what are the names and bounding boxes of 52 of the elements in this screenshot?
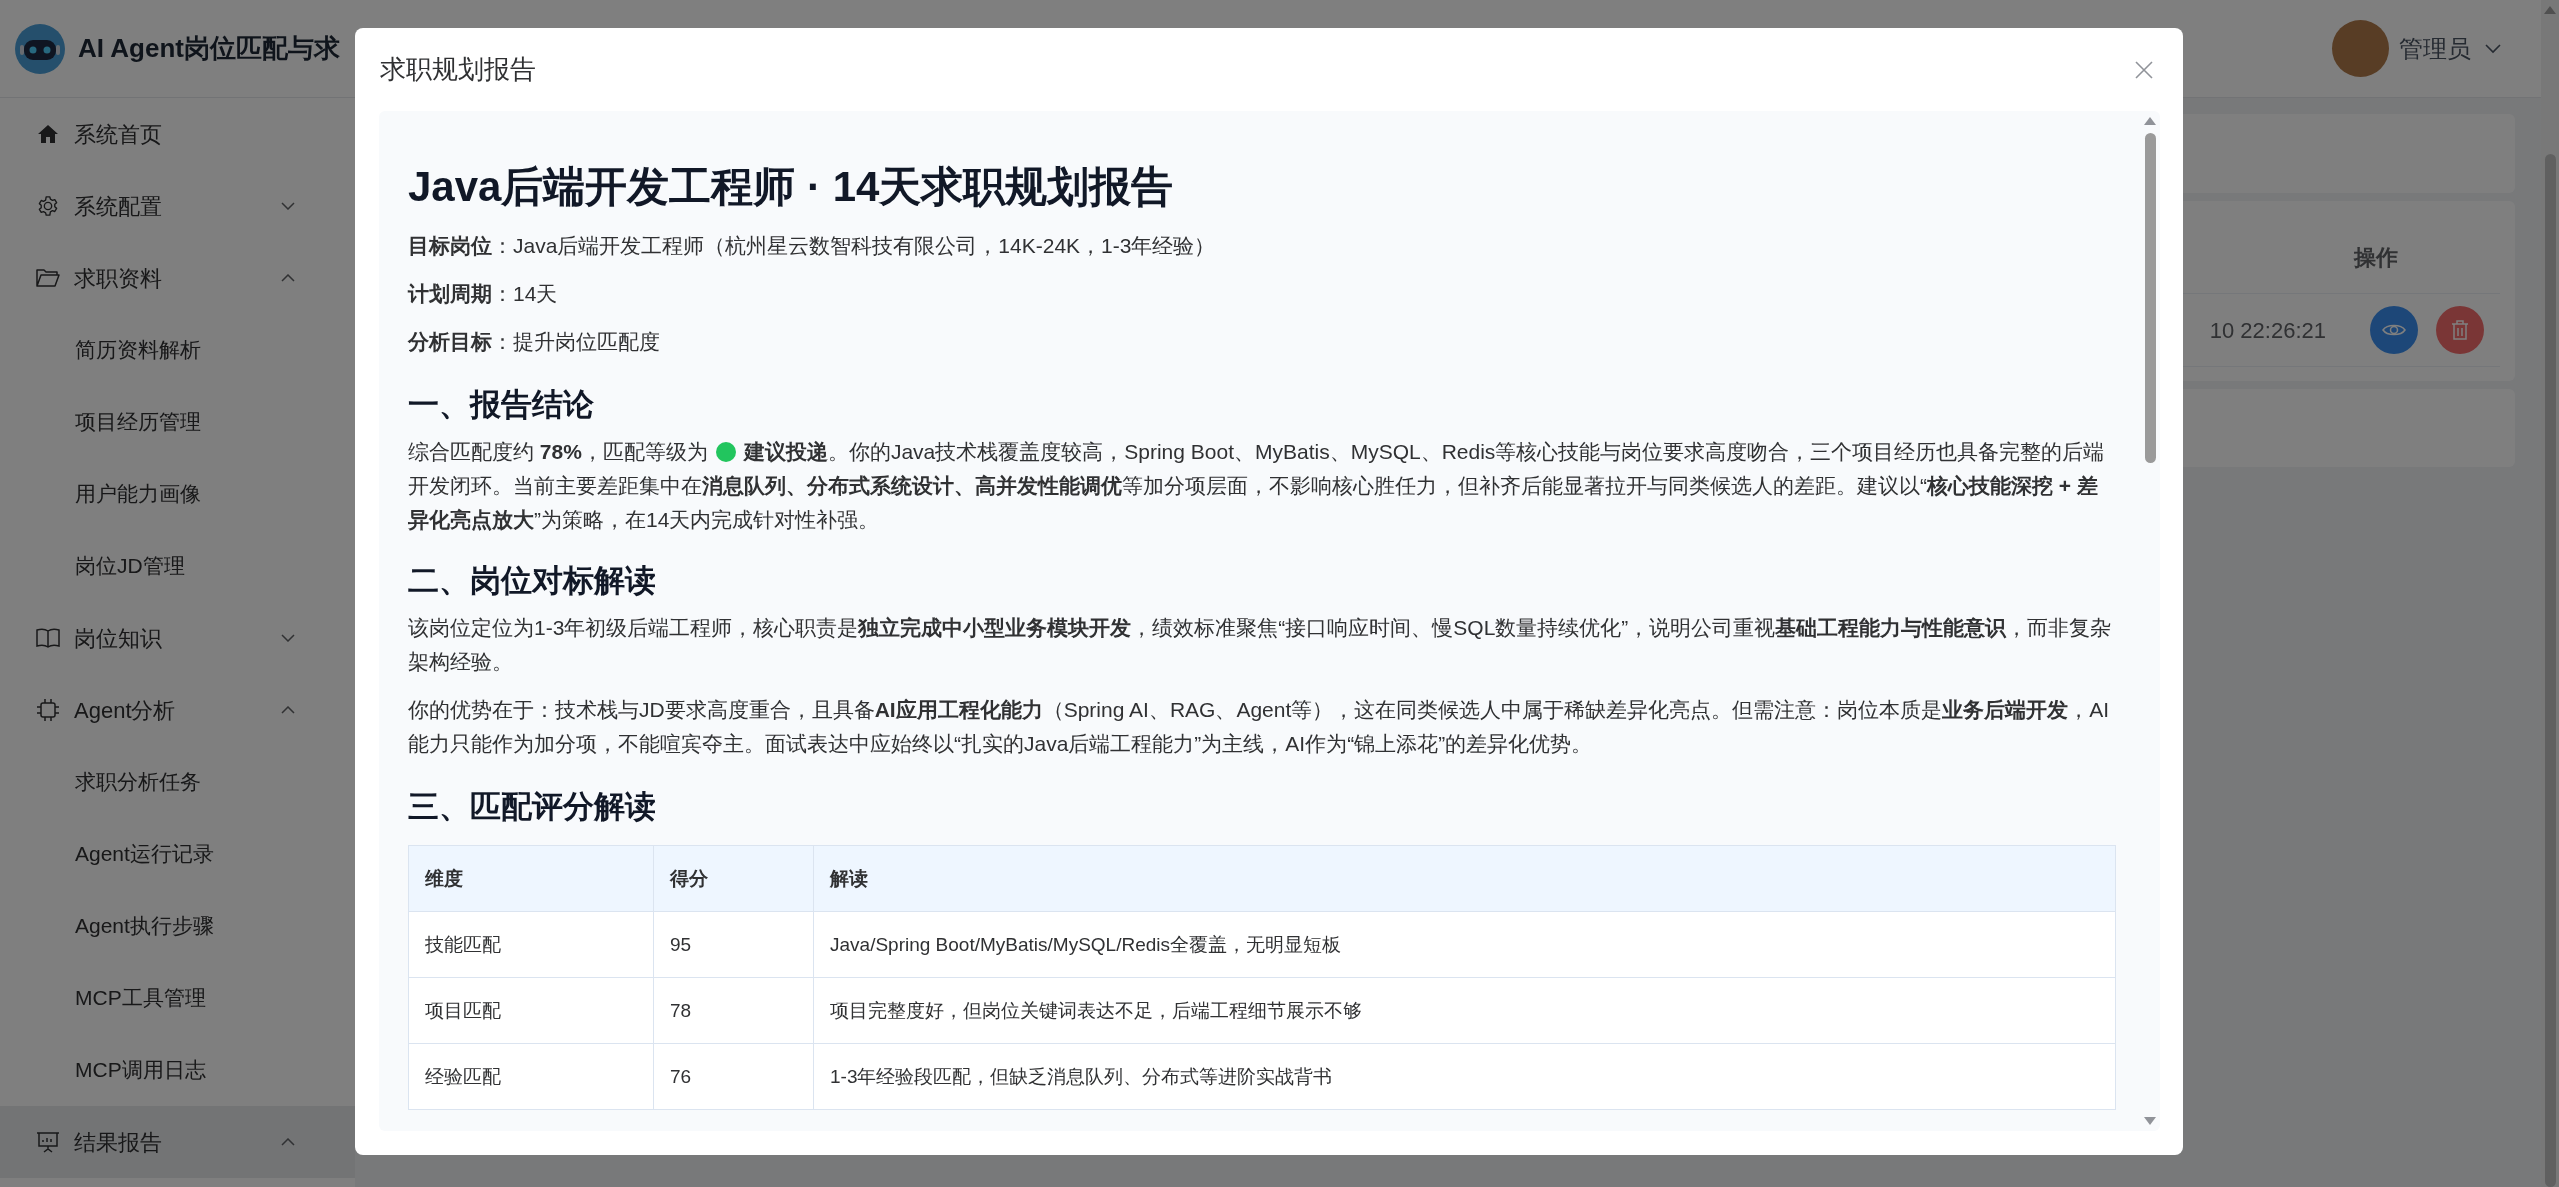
table-header-cell: 维度	[408, 845, 654, 912]
chevron-up-icon[interactable]	[281, 706, 295, 714]
folder-icon	[36, 268, 60, 288]
scrollbar-thumb[interactable]	[2144, 133, 2156, 463]
report-paragraph: 你的优势在于：技术栈与JD要求高度重合，且具备AI应用工程化能力（Spring AI、RAG、Agent等），这在同类候选人中属于稀缺差异化亮点。但需注意：岗位本质是业务后端开发，AI能力只能作为加分项，不能喧宾夺主。面试表达中应始终以“扎实的Java后端工程能力”为主线，AI作为“锦上添花”的差异化优势。	[408, 697, 2111, 757]
close-icon	[2135, 60, 2153, 79]
report-meta-line: 分析目标：提升岗位匹配度	[408, 329, 661, 355]
eye-icon	[2382, 323, 2406, 337]
report-paragraph: 该岗位定位为1-3年初级后端工程师，核心职责是独立完成中小型业务模块开发，绩效标准聚焦“接口响应时间、慢SQL数量持续优化”，说明公司重视基础工程能力与性能意识，而非复杂架构经验。	[408, 615, 2113, 675]
view-button[interactable]	[2370, 306, 2418, 354]
report-paragraph: 综合匹配度约 78%，匹配等级为 建议投递。你的Java技术栈覆盖度较高，Spring Boot、MyBatis、MySQL、Redis等核心技能与岗位要求高度吻合，三个项目经历也具备完整的后端开发闭环。当前主要差距集中在消息队列、分布式系统设计、高并发性能调优等加分项层面，不影响核心胜任力，但补齐后能显著拉开与同类候选人的差距。建议以“核心技能深挖 + 差异化亮点放大”为策略，在14天内完成针对性补强。	[408, 439, 2106, 533]
chevron-down-icon[interactable]	[2485, 43, 2501, 54]
report-meta-line: 计划周期：14天	[408, 281, 559, 307]
report-title: Java后端开发工程师 · 14天求职规划报告	[408, 162, 1175, 212]
table-header-cell: 解读	[813, 845, 2116, 912]
dialog-title: 求职规划报告	[380, 53, 536, 86]
table-cell: 95	[653, 911, 814, 978]
table-cell: 技能匹配	[408, 911, 654, 978]
table-cell: 78	[653, 977, 814, 1044]
table-cell: Java/Spring Boot/MyBatis/MySQL/Redis全覆盖，无明显短板	[813, 911, 2116, 978]
scrollbar-thumb[interactable]	[2544, 154, 2556, 1187]
report-meta-line: 目标岗位：Java后端开发工程师（杭州星云数智科技有限公司，14K-24K，1-3年经验）	[408, 233, 1217, 259]
table-cell: 1-3年经验段匹配，但缺乏消息队列、分布式等进阶实战背书	[813, 1043, 2116, 1110]
table-header-cell-text: 操作	[2352, 243, 2399, 272]
chevron-up-icon[interactable]	[281, 1138, 295, 1146]
table-cell: 76	[653, 1043, 814, 1110]
robot-logo-icon	[14, 22, 66, 75]
section-heading: 三、匹配评分解读	[408, 788, 657, 826]
book-icon	[36, 628, 60, 648]
presentation-board-icon	[36, 1131, 60, 1153]
table-cell: 经验匹配	[408, 1043, 654, 1110]
chevron-down-icon[interactable]	[281, 202, 295, 210]
section-heading: 二、岗位对标解读	[408, 562, 657, 600]
table-cell-text: 10 22:26:21	[2209, 316, 2326, 345]
chevron-down-icon[interactable]	[281, 634, 295, 642]
scroll-down-arrow-icon[interactable]	[2144, 1117, 2156, 1125]
home-icon	[37, 123, 59, 145]
sidebar-menu-item[interactable]: 结果报告	[0, 1106, 355, 1178]
settings-icon	[37, 195, 59, 217]
chevron-up-icon[interactable]	[281, 274, 295, 282]
scroll-up-arrow-icon[interactable]	[2544, 6, 2556, 14]
table-cell: 项目完整度好，但岗位关键词表达不足，后端工程细节展示不够	[813, 977, 2116, 1044]
delete-button[interactable]	[2436, 306, 2484, 354]
user-name[interactable]: 管理员	[2399, 30, 2471, 67]
scroll-up-arrow-icon[interactable]	[2144, 117, 2156, 125]
section-heading: 一、报告结论	[408, 386, 595, 424]
table-cell: 项目匹配	[408, 977, 654, 1044]
app-title: AI Agent岗位匹配与求	[78, 32, 340, 65]
trash-icon	[2451, 320, 2469, 340]
chip-icon	[36, 698, 60, 722]
table-header-cell: 得分	[653, 845, 814, 912]
avatar-photo-placeholder	[2332, 20, 2389, 77]
